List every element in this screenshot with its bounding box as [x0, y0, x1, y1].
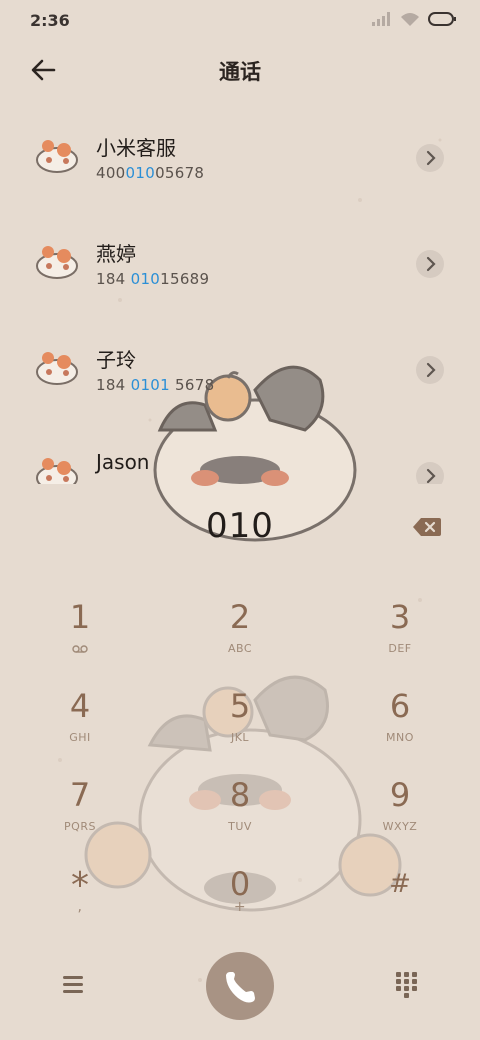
- signal-icon: [372, 12, 390, 26]
- dial-key-7[interactable]: 7 PQRS: [20, 776, 140, 856]
- dial-key-1[interactable]: 1: [20, 598, 140, 678]
- status-bar: 2:36: [0, 0, 480, 40]
- menu-icon[interactable]: [60, 972, 86, 996]
- avatar: [36, 458, 78, 484]
- contact-name: Jason: [96, 450, 150, 474]
- status-time: 2:36: [30, 11, 70, 30]
- dial-key-star[interactable]: * ,: [20, 865, 140, 945]
- contact-name: 子玲: [96, 348, 136, 372]
- header: 通话: [0, 44, 480, 96]
- dial-key-9[interactable]: 9 WXYZ: [340, 776, 460, 856]
- chevron-right-icon[interactable]: [416, 356, 444, 384]
- result-item[interactable]: Jason: [0, 422, 480, 484]
- result-item[interactable]: 燕婷 184 01015689: [0, 210, 480, 316]
- avatar: [36, 352, 78, 385]
- dial-key-0[interactable]: 0 +: [180, 865, 300, 945]
- avatar: [36, 246, 78, 279]
- chevron-right-icon[interactable]: [416, 250, 444, 278]
- chevron-right-icon[interactable]: [416, 462, 444, 484]
- dial-key-hash[interactable]: #: [340, 865, 460, 945]
- battery-icon: [428, 12, 456, 26]
- dialpad-toggle-icon[interactable]: [394, 970, 420, 1000]
- wifi-icon: [401, 13, 419, 26]
- status-icons: [372, 12, 456, 26]
- dial-key-4[interactable]: 4 GHI: [20, 687, 140, 767]
- dial-key-8[interactable]: 8 TUV: [180, 776, 300, 856]
- chevron-right-icon[interactable]: [416, 144, 444, 172]
- dial-key-5[interactable]: 5 JKL: [180, 687, 300, 767]
- contact-number: 184 0101 5678: [96, 376, 215, 394]
- backspace-icon[interactable]: [412, 514, 442, 540]
- dial-key-6[interactable]: 6 MNO: [340, 687, 460, 767]
- dialed-number[interactable]: 010: [0, 506, 480, 546]
- call-button[interactable]: [206, 952, 274, 1020]
- dial-key-3[interactable]: 3 DEF: [340, 598, 460, 678]
- contact-number: 40001005678: [96, 164, 205, 182]
- phone-icon: [226, 972, 255, 1003]
- search-results: 小米客服 40001005678 燕婷 184 01015689 子玲 184 …: [0, 104, 480, 484]
- result-item[interactable]: 小米客服 40001005678: [0, 104, 480, 210]
- result-item[interactable]: 子玲 184 0101 5678: [0, 316, 480, 422]
- bottom-bar: [0, 950, 480, 1020]
- dial-key-2[interactable]: 2 ABC: [180, 598, 300, 678]
- contact-number: 184 01015689: [96, 270, 210, 288]
- contact-name: 小米客服: [96, 136, 176, 160]
- page-title: 通话: [219, 60, 261, 84]
- avatar: [36, 140, 78, 173]
- voicemail-icon: [72, 645, 88, 653]
- contact-name: 燕婷: [96, 242, 136, 266]
